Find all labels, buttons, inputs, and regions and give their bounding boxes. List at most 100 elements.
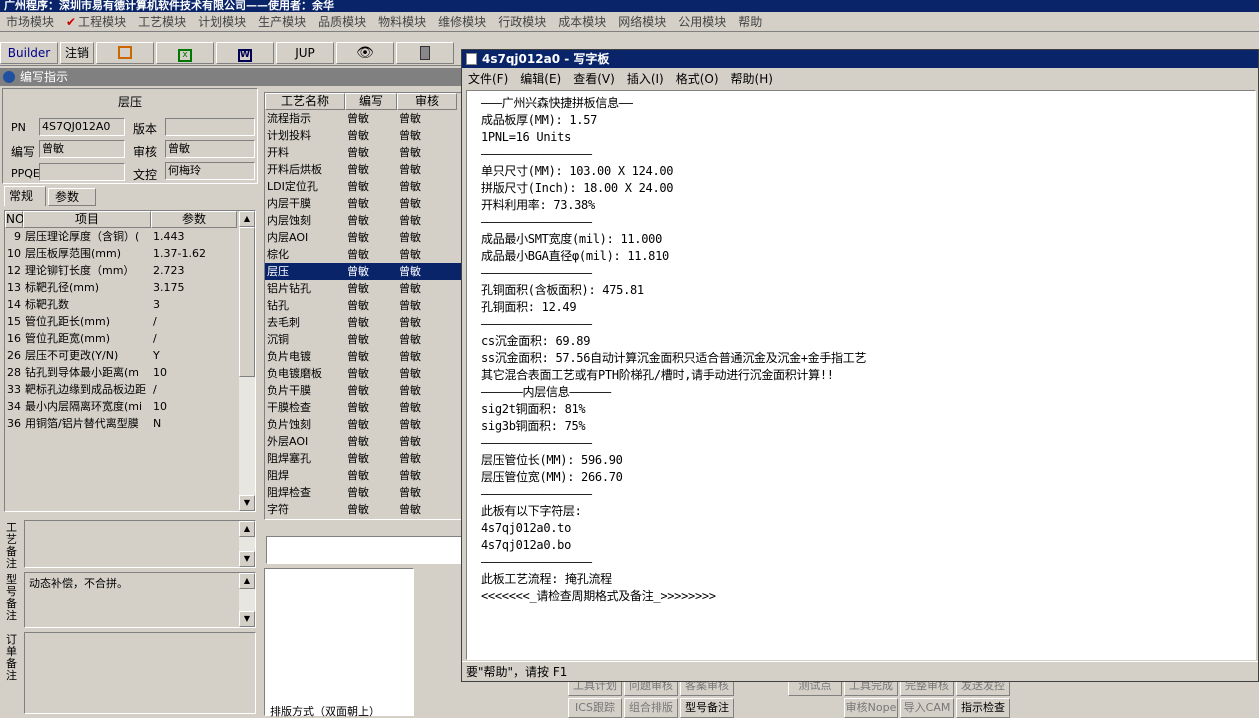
process-row[interactable]: 负电镀磨板 曾敏 曾敏 bbox=[265, 365, 463, 382]
wp-menu-help[interactable]: 帮助(H) bbox=[725, 69, 779, 89]
bottom-button[interactable]: 指示检查 bbox=[956, 698, 1010, 718]
process-row[interactable]: 开料 曾敏 曾敏 bbox=[265, 144, 463, 161]
process-row[interactable]: 层压 曾敏 曾敏 bbox=[265, 263, 463, 280]
menu-admin[interactable]: 行政模块 bbox=[492, 12, 552, 32]
menu-production[interactable]: 生产模块 bbox=[252, 12, 312, 32]
menu-engineering[interactable]: ✔ 工程模块 bbox=[60, 12, 132, 32]
pn-field[interactable]: 4S7QJ012A0 bbox=[39, 118, 125, 136]
param-row[interactable]: 15 管位孔距长(mm) / bbox=[5, 313, 237, 330]
process-row[interactable]: 负片干膜 曾敏 曾敏 bbox=[265, 382, 463, 399]
writer-field[interactable]: 曾敏 bbox=[39, 140, 125, 158]
wp-menu-edit[interactable]: 编辑(E) bbox=[514, 69, 567, 89]
menu-material[interactable]: 物料模块 bbox=[372, 12, 432, 32]
word-button[interactable]: W bbox=[216, 42, 274, 64]
scroll-up-icon[interactable]: ▲ bbox=[239, 211, 255, 227]
menu-quality[interactable]: 品质模块 bbox=[312, 12, 372, 32]
param-cell: N bbox=[153, 417, 162, 430]
docctrl-field[interactable]: 何梅玲 bbox=[165, 162, 255, 180]
jup-button[interactable]: JUP bbox=[276, 42, 334, 64]
bottom-button[interactable]: 组合排版 bbox=[624, 698, 678, 718]
process-cell: 曾敏 bbox=[347, 146, 369, 159]
process-cell: 干膜检查 bbox=[267, 401, 311, 414]
menu-market[interactable]: 市场模块 bbox=[0, 12, 60, 32]
param-row[interactable]: 12 理论铆钉长度（mm） 2.723 bbox=[5, 262, 237, 279]
process-cell: 曾敏 bbox=[399, 231, 421, 244]
menu-cost[interactable]: 成本模块 bbox=[552, 12, 612, 32]
process-row[interactable]: 沉铜 曾敏 曾敏 bbox=[265, 331, 463, 348]
wp-menu-format[interactable]: 格式(O) bbox=[670, 69, 725, 89]
process-cell: 曾敏 bbox=[347, 367, 369, 380]
param-row[interactable]: 34 最小内层隔离环宽度(mi 10 bbox=[5, 398, 237, 415]
process-row[interactable]: 负片蚀刻 曾敏 曾敏 bbox=[265, 416, 463, 433]
param-row[interactable]: 28 钻孔到导体最小距离(m 10 bbox=[5, 364, 237, 381]
process-row[interactable]: 去毛刺 曾敏 曾敏 bbox=[265, 314, 463, 331]
document-line: 单只尺寸(MM): 103.00 X 124.00 bbox=[481, 164, 674, 178]
process-row[interactable]: 开料后烘板 曾敏 曾敏 bbox=[265, 161, 463, 178]
process-row[interactable]: 字符 曾敏 曾敏 bbox=[265, 501, 463, 518]
wp-menu-file[interactable]: 文件(F) bbox=[462, 69, 514, 89]
scroll-down-icon[interactable]: ▼ bbox=[239, 495, 255, 511]
process-note-field[interactable]: ▲ ▼ bbox=[24, 520, 256, 568]
process-row[interactable]: 负片电镀 曾敏 曾敏 bbox=[265, 348, 463, 365]
param-row[interactable]: 9 层压理论厚度（含铜）(1.443 bbox=[5, 228, 237, 245]
process-cell: 计划投料 bbox=[267, 129, 311, 142]
process-row[interactable]: 阻焊检查 曾敏 曾敏 bbox=[265, 484, 463, 501]
order-note-field[interactable] bbox=[24, 632, 256, 714]
subwindow-title: 编写指示 bbox=[20, 70, 69, 84]
database-button[interactable] bbox=[396, 42, 454, 64]
bottom-button[interactable]: ICS跟踪 bbox=[568, 698, 622, 718]
excel-button[interactable]: x bbox=[156, 42, 214, 64]
powerpoint-button[interactable] bbox=[96, 42, 154, 64]
version-field[interactable] bbox=[165, 118, 255, 136]
document-line: ———————————————— bbox=[481, 147, 592, 161]
process-row[interactable]: 计划投料 曾敏 曾敏 bbox=[265, 127, 463, 144]
wordpad-title-bar: 4s7qj012a0 - 写字板 bbox=[462, 50, 1258, 68]
wordpad-document[interactable]: ———广州兴森快捷拼板信息—— 成品板厚(MM): 1.57 1PNL=16 Uni… bbox=[466, 90, 1256, 660]
menu-network[interactable]: 网络模块 bbox=[612, 12, 672, 32]
process-row[interactable]: 内层干膜 曾敏 曾敏 bbox=[265, 195, 463, 212]
model-note-field[interactable]: 动态补偿，不合拼。 ▲ ▼ bbox=[24, 572, 256, 628]
ppqe-field[interactable] bbox=[39, 163, 125, 181]
process-row[interactable]: 棕化 曾敏 曾敏 bbox=[265, 246, 463, 263]
process-row[interactable]: 内层蚀刻 曾敏 曾敏 bbox=[265, 212, 463, 229]
param-row[interactable]: 16 管位孔距宽(mm) / bbox=[5, 330, 237, 347]
process-row[interactable]: 外层AOI 曾敏 曾敏 bbox=[265, 433, 463, 450]
process-row[interactable]: 阻焊 曾敏 曾敏 bbox=[265, 467, 463, 484]
process-row[interactable]: 阻焊塞孔 曾敏 曾敏 bbox=[265, 450, 463, 467]
param-row[interactable]: 14 标靶孔数 3 bbox=[5, 296, 237, 313]
menu-process[interactable]: 工艺模块 bbox=[132, 12, 192, 32]
view-button[interactable]: 👁 bbox=[336, 42, 394, 64]
menu-plan[interactable]: 计划模块 bbox=[192, 12, 252, 32]
param-scrollbar[interactable]: ▲ ▼ bbox=[239, 211, 255, 511]
param-row[interactable]: 36 用铜箔/铝片替代离型膜 N bbox=[5, 415, 237, 432]
review-field[interactable]: 曾敏 bbox=[165, 140, 255, 158]
bottom-button[interactable]: 审核Nope bbox=[844, 698, 898, 718]
logout-button[interactable]: 注销 bbox=[60, 42, 94, 64]
wp-menu-insert[interactable]: 插入(I) bbox=[621, 69, 670, 89]
param-row[interactable]: 10 层压板厚范围(mm) 1.37-1.62 bbox=[5, 245, 237, 262]
param-row[interactable]: 26 层压不可更改(Y/N) Y bbox=[5, 347, 237, 364]
process-cell: 曾敏 bbox=[347, 197, 369, 210]
process-row[interactable]: 内层AOI 曾敏 曾敏 bbox=[265, 229, 463, 246]
process-note-scrollbar[interactable]: ▲ ▼ bbox=[239, 521, 255, 567]
wp-menu-view[interactable]: 查看(V) bbox=[567, 69, 621, 89]
menu-common[interactable]: 公用模块 bbox=[672, 12, 732, 32]
process-input[interactable] bbox=[266, 536, 464, 564]
tab-params[interactable]: 参数 bbox=[48, 188, 96, 206]
process-row[interactable]: 钻孔 曾敏 曾敏 bbox=[265, 297, 463, 314]
section-title: 层压 bbox=[117, 95, 142, 109]
tab-normal[interactable]: 常规 bbox=[4, 186, 46, 206]
process-row[interactable]: 干膜检查 曾敏 曾敏 bbox=[265, 399, 463, 416]
process-row[interactable]: 铝片钻孔 曾敏 曾敏 bbox=[265, 280, 463, 297]
param-row[interactable]: 33 靶标孔边缘到成品板边距 / bbox=[5, 381, 237, 398]
builder-button[interactable]: Builder bbox=[0, 42, 58, 64]
process-row[interactable]: 流程指示 曾敏 曾敏 bbox=[265, 110, 463, 127]
bottom-button[interactable]: 型号备注 bbox=[680, 698, 734, 718]
scroll-thumb[interactable] bbox=[239, 227, 255, 377]
menu-help[interactable]: 帮助 bbox=[732, 12, 768, 32]
process-row[interactable]: LDI定位孔 曾敏 曾敏 bbox=[265, 178, 463, 195]
bottom-button[interactable]: 导入CAM bbox=[900, 698, 954, 718]
menu-maintenance[interactable]: 维修模块 bbox=[432, 12, 492, 32]
model-note-scrollbar[interactable]: ▲ ▼ bbox=[239, 573, 255, 627]
param-row[interactable]: 13 标靶孔径(mm) 3.175 bbox=[5, 279, 237, 296]
